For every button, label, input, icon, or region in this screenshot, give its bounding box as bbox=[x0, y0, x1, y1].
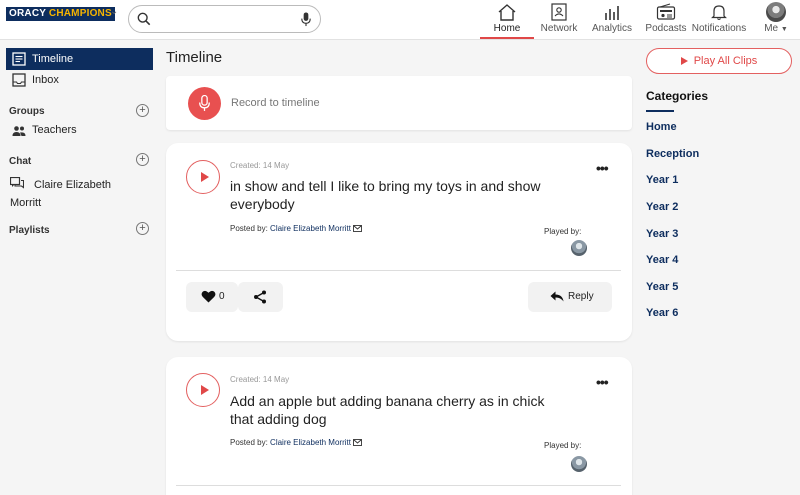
chevron-down-icon[interactable]: ⌄ bbox=[110, 6, 118, 17]
heart-icon bbox=[201, 290, 216, 303]
add-group-button[interactable]: + bbox=[136, 104, 149, 117]
clip-transcript: in show and tell I like to bring my toys… bbox=[230, 178, 541, 212]
nav-analytics[interactable]: Analytics bbox=[590, 0, 634, 40]
top-bar: ORACY CHAMPIONS ⌄ Home Network Analytics… bbox=[0, 0, 800, 40]
mail-icon[interactable] bbox=[353, 225, 363, 233]
add-playlist-button[interactable]: + bbox=[136, 222, 149, 235]
sidebar-item-inbox[interactable]: Inbox bbox=[6, 69, 153, 91]
clip-card: Created: 14 May in show and tell I like … bbox=[166, 143, 632, 341]
chat-heading: Chat bbox=[9, 156, 32, 167]
divider bbox=[176, 485, 621, 486]
clip-card: Created: 14 May Add an apple but adding … bbox=[166, 357, 632, 495]
play-all-clips-button[interactable]: Play All Clips bbox=[646, 48, 792, 74]
caret-down-icon: ▼ bbox=[780, 26, 788, 33]
categories-heading: Categories bbox=[646, 89, 709, 103]
nav-network[interactable]: Network bbox=[537, 0, 581, 40]
bell-icon bbox=[711, 5, 727, 21]
posted-by-label: Posted by: bbox=[230, 438, 268, 447]
chat-icon bbox=[10, 177, 24, 189]
inbox-icon bbox=[12, 73, 26, 87]
reply-label: Reply bbox=[568, 291, 594, 302]
reply-button[interactable]: Reply bbox=[528, 282, 612, 312]
category-year-2[interactable]: Year 2 bbox=[646, 201, 678, 213]
groups-heading: Groups bbox=[9, 106, 45, 117]
category-year-6[interactable]: Year 6 bbox=[646, 307, 678, 319]
nav-home[interactable]: Home bbox=[480, 0, 534, 40]
sidebar-item-label: Inbox bbox=[32, 74, 59, 86]
home-icon bbox=[498, 4, 516, 21]
nav-home-label: Home bbox=[493, 23, 521, 34]
avatar[interactable] bbox=[571, 240, 587, 256]
record-card[interactable]: Record to timeline bbox=[166, 76, 632, 130]
clip-created-date: Created: 14 May bbox=[230, 161, 290, 170]
author-link[interactable]: Claire Elizabeth Morritt bbox=[270, 224, 351, 233]
group-item-teachers[interactable]: Teachers bbox=[12, 124, 77, 136]
clip-transcript: Add an apple but adding banana cherry as… bbox=[230, 393, 545, 427]
nav-network-label: Network bbox=[540, 23, 578, 34]
analytics-icon bbox=[605, 6, 619, 20]
microphone-icon[interactable] bbox=[300, 12, 312, 27]
sidebar: Timeline Inbox Groups + Teachers Chat + … bbox=[0, 40, 160, 495]
clip-created-date: Created: 14 May bbox=[230, 375, 290, 384]
search-icon bbox=[137, 12, 151, 26]
avatar bbox=[766, 2, 786, 22]
category-year-5[interactable]: Year 5 bbox=[646, 281, 678, 293]
more-options-icon[interactable]: ••• bbox=[596, 161, 609, 175]
play-all-label: Play All Clips bbox=[693, 55, 758, 67]
share-button[interactable] bbox=[238, 282, 283, 312]
nav-me-label: Me ▼ bbox=[758, 23, 794, 34]
played-by-label: Played by: bbox=[544, 227, 582, 236]
category-year-3[interactable]: Year 3 bbox=[646, 228, 678, 240]
nav-me-text: Me bbox=[764, 23, 779, 34]
nav-analytics-label: Analytics bbox=[591, 23, 632, 34]
sidebar-item-timeline[interactable]: Timeline bbox=[6, 48, 153, 70]
page-title: Timeline bbox=[166, 49, 223, 66]
record-label: Record to timeline bbox=[231, 97, 320, 109]
search-input[interactable] bbox=[157, 10, 297, 28]
group-label: Teachers bbox=[32, 124, 77, 136]
playlists-heading: Playlists bbox=[9, 225, 50, 236]
timeline-icon bbox=[12, 52, 26, 66]
play-icon bbox=[680, 57, 688, 65]
category-home[interactable]: Home bbox=[646, 121, 677, 133]
divider bbox=[646, 110, 674, 112]
add-chat-button[interactable]: + bbox=[136, 153, 149, 166]
category-reception[interactable]: Reception bbox=[646, 148, 699, 160]
play-clip-button[interactable] bbox=[186, 373, 220, 407]
nav-podcasts-label: Podcasts bbox=[645, 23, 687, 34]
nav-notifications-label: Notifications bbox=[691, 23, 747, 34]
microphone-icon bbox=[199, 95, 210, 111]
clip-posted-by: Posted by: Claire Elizabeth Morritt bbox=[230, 224, 363, 233]
nav-notifications[interactable]: Notifications bbox=[690, 0, 748, 40]
chat-item[interactable]: Claire Elizabeth Morritt bbox=[10, 176, 120, 212]
search-bar bbox=[128, 5, 321, 33]
network-icon bbox=[551, 3, 567, 21]
like-count: 0 bbox=[219, 291, 225, 302]
author-link[interactable]: Claire Elizabeth Morritt bbox=[270, 438, 351, 447]
sidebar-item-label: Timeline bbox=[32, 53, 74, 65]
logo-text-oracy: ORACY bbox=[9, 8, 46, 19]
share-icon bbox=[254, 290, 266, 304]
avatar[interactable] bbox=[571, 456, 587, 472]
reply-icon bbox=[550, 291, 564, 302]
app-logo[interactable]: ORACY CHAMPIONS bbox=[6, 7, 115, 21]
play-clip-button[interactable] bbox=[186, 160, 220, 194]
divider bbox=[176, 270, 621, 271]
posted-by-label: Posted by: bbox=[230, 224, 268, 233]
clip-posted-by: Posted by: Claire Elizabeth Morritt bbox=[230, 438, 363, 447]
played-by-label: Played by: bbox=[544, 441, 582, 450]
record-button[interactable] bbox=[188, 87, 221, 120]
category-year-4[interactable]: Year 4 bbox=[646, 254, 678, 266]
nav-podcasts[interactable]: Podcasts bbox=[644, 0, 688, 40]
mail-icon[interactable] bbox=[353, 439, 363, 447]
more-options-icon[interactable]: ••• bbox=[596, 375, 609, 389]
people-icon bbox=[12, 126, 26, 136]
like-button[interactable]: 0 bbox=[186, 282, 238, 312]
radio-icon bbox=[656, 3, 676, 20]
nav-me[interactable]: Me ▼ bbox=[758, 0, 794, 40]
chat-contact-name: Claire Elizabeth Morritt bbox=[10, 179, 112, 209]
category-year-1[interactable]: Year 1 bbox=[646, 174, 678, 186]
logo-text-champions: CHAMPIONS bbox=[48, 8, 112, 19]
